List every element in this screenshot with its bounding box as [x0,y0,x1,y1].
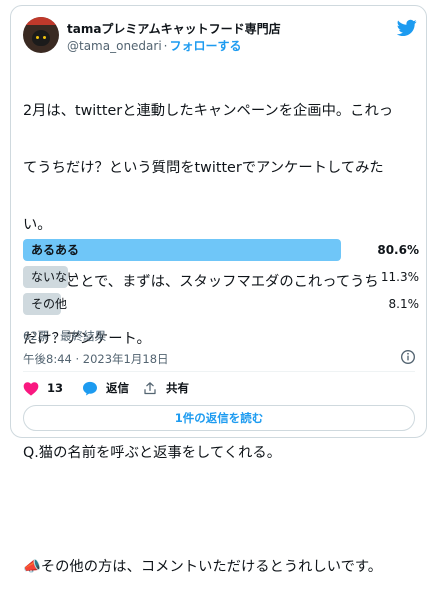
reply-button[interactable]: 返信 [82,379,129,397]
poll-summary: 62票 · 最終結果 [23,329,107,343]
share-icon [144,381,156,394]
twitter-bird-icon[interactable] [397,19,417,37]
poll-option: その他 8.1% [23,293,419,315]
like-count: 13 [47,381,64,395]
share-label: 共有 [166,381,189,395]
author-meta: @tama_onedari · フォローする [67,37,242,54]
avatar[interactable] [23,17,59,53]
poll-option: あるある 80.6% [23,239,419,261]
poll-option-percent: 80.6% [377,243,419,257]
tweet-line: ​ [23,501,415,520]
read-replies-button[interactable]: 1件の返信を読む [23,405,415,431]
tweet-line: い。 [23,217,52,233]
tweet-card[interactable]: tamaプレミアムキャットフード専門店 @tama_onedari · フォローする… [10,5,427,575]
poll-option: ないない 11.3% [23,266,419,288]
author-handle[interactable]: @tama_onedari [67,39,162,53]
poll-option-percent: 11.3% [380,270,419,284]
tweet-line: てうちだけ？という質問をtwitterでアンケートしてみた [23,160,384,176]
tweet-timestamp[interactable]: 午後8:44 · 2023年1月18日 [23,351,169,367]
heart-icon [23,381,39,396]
info-icon[interactable] [400,349,416,365]
follow-button[interactable]: フォローする [170,39,242,53]
reply-icon [83,381,97,395]
reply-label: 返信 [106,381,129,395]
like-button[interactable]: 13 [23,379,63,397]
poll-option-label: その他 [31,297,68,311]
tweet-line: 📣その他の方は、コメントいただけるとうれしいです。 [23,559,383,575]
poll-option-label: ないない [31,270,80,284]
poll-option-percent: 8.1% [388,297,420,311]
separator-dot: · [163,39,168,53]
divider [23,371,415,372]
author-name[interactable]: tamaプレミアムキャットフード専門店 [67,20,281,37]
share-button[interactable]: 共有 [142,379,189,397]
tweet-line: Q.猫の名前を呼ぶと返事をしてくれる。 [23,445,281,461]
tweet-line: 2月は、twitterと連動したキャンペーンを企画中。これっ [23,103,394,119]
poll-option-label: あるある [31,243,80,257]
